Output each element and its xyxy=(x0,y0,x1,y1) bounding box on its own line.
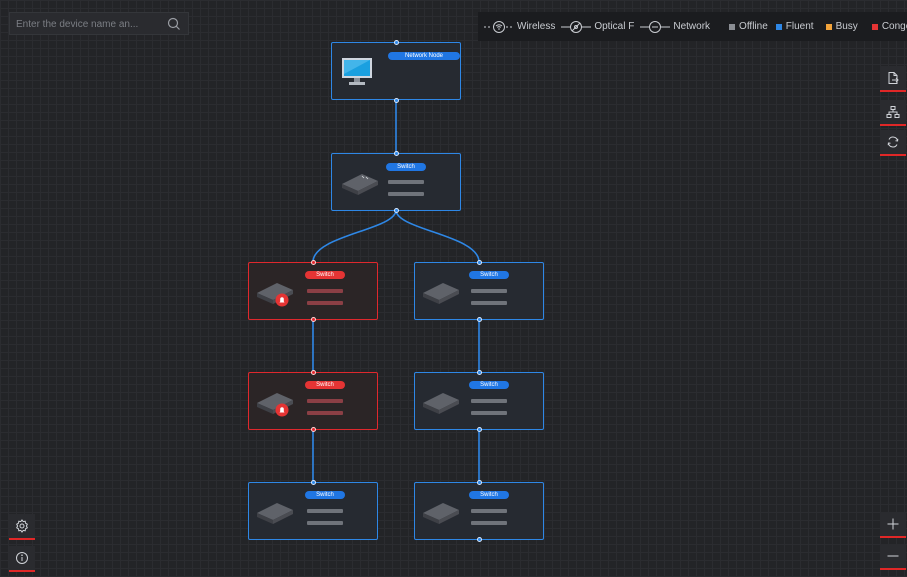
connection-port xyxy=(394,151,399,156)
export-icon xyxy=(888,72,899,84)
switch-node-top[interactable]: Switch xyxy=(331,153,461,211)
settings-icon xyxy=(16,519,28,533)
node-type-badge: Switch xyxy=(305,381,345,389)
busy-swatch xyxy=(825,23,832,30)
device-ip-redacted xyxy=(307,521,343,525)
legend-offline: Offline xyxy=(729,21,768,32)
legend-bar: Wireless Optical F Network Offline Fluen… xyxy=(478,12,907,41)
info-icon xyxy=(16,552,28,564)
connection-port xyxy=(477,537,482,542)
legend-congestion: Congesti xyxy=(871,21,907,32)
optical-fiber-icon xyxy=(561,20,592,33)
switch-node-left-3[interactable]: Switch xyxy=(248,482,378,540)
alarm-bell-icon xyxy=(275,403,289,417)
connection-port xyxy=(477,480,482,485)
node-type-badge: Network Node xyxy=(388,52,460,60)
connection-port xyxy=(477,427,482,432)
device-name-redacted xyxy=(471,509,507,513)
switch-device-icon xyxy=(423,503,459,524)
device-ip-redacted xyxy=(388,192,424,196)
monitor-icon xyxy=(342,58,372,85)
info-button[interactable] xyxy=(9,546,35,572)
topology-layout-button[interactable] xyxy=(880,100,906,126)
switch-node-left-1[interactable]: Switch xyxy=(248,262,378,320)
settings-button[interactable] xyxy=(9,514,35,540)
connection-port xyxy=(311,260,316,265)
legend-fluent: Fluent xyxy=(775,21,814,32)
switch-node-right-3[interactable]: Switch xyxy=(414,482,544,540)
connection-port xyxy=(477,370,482,375)
device-ip-redacted xyxy=(307,301,343,305)
legend-wireless-label: Wireless xyxy=(517,21,556,32)
refresh-button[interactable] xyxy=(880,130,906,156)
connection-port xyxy=(477,317,482,322)
search-icon[interactable] xyxy=(166,16,182,32)
connection-port xyxy=(311,480,316,485)
network-node-root[interactable]: Network Node xyxy=(331,42,461,100)
connection-port xyxy=(394,98,399,103)
zoom-out-icon xyxy=(887,555,899,557)
connection-port xyxy=(311,427,316,432)
legend-network: Network xyxy=(640,20,710,34)
connection-port xyxy=(477,260,482,265)
device-ip-redacted xyxy=(471,301,507,305)
legend-offline-label: Offline xyxy=(739,21,768,32)
device-search xyxy=(9,12,189,36)
switch-node-left-2[interactable]: Switch xyxy=(248,372,378,430)
device-ip-redacted xyxy=(307,411,343,415)
node-type-badge: Switch xyxy=(469,491,509,499)
switch-device-icon xyxy=(257,503,293,524)
legend-optical-label: Optical F xyxy=(594,21,635,32)
zoom-in-button[interactable] xyxy=(880,512,906,538)
connection-port xyxy=(394,208,399,213)
node-type-badge: Switch xyxy=(386,163,426,171)
connection-port xyxy=(311,370,316,375)
connection-port xyxy=(394,40,399,45)
topology-icon xyxy=(886,106,900,118)
legend-wireless: Wireless xyxy=(484,20,555,34)
legend-network-label: Network xyxy=(673,21,711,32)
device-ip-redacted xyxy=(471,521,507,525)
node-type-badge: Switch xyxy=(469,381,509,389)
network-cable-icon xyxy=(640,20,671,33)
device-ip-redacted xyxy=(471,411,507,415)
device-name-redacted xyxy=(388,180,424,184)
switch-node-right-1[interactable]: Switch xyxy=(414,262,544,320)
node-type-badge: Switch xyxy=(469,271,509,279)
switch-node-right-2[interactable]: Switch xyxy=(414,372,544,430)
congestion-swatch xyxy=(871,23,878,30)
fluent-swatch xyxy=(775,23,782,30)
node-type-badge: Switch xyxy=(305,271,345,279)
refresh-icon xyxy=(887,136,899,148)
connection-port xyxy=(311,317,316,322)
legend-congestion-label: Congesti xyxy=(881,21,907,32)
legend-busy: Busy xyxy=(825,21,858,32)
device-name-redacted xyxy=(471,399,507,403)
device-name-redacted xyxy=(307,399,343,403)
node-type-badge: Switch xyxy=(305,491,345,499)
zoom-out-button[interactable] xyxy=(880,544,906,570)
legend-optical: Optical F xyxy=(561,20,634,34)
legend-busy-label: Busy xyxy=(835,21,858,32)
switch-device-icon xyxy=(342,174,378,195)
zoom-in-icon xyxy=(887,518,899,530)
wireless-link-icon xyxy=(484,20,514,33)
device-name-redacted xyxy=(307,509,343,513)
search-input[interactable] xyxy=(10,13,168,36)
export-button[interactable] xyxy=(880,66,906,92)
offline-swatch xyxy=(729,23,736,30)
switch-device-icon xyxy=(423,393,459,414)
alarm-bell-icon xyxy=(275,293,289,307)
device-name-redacted xyxy=(471,289,507,293)
legend-fluent-label: Fluent xyxy=(785,21,814,32)
switch-device-icon xyxy=(423,283,459,304)
device-name-redacted xyxy=(307,289,343,293)
